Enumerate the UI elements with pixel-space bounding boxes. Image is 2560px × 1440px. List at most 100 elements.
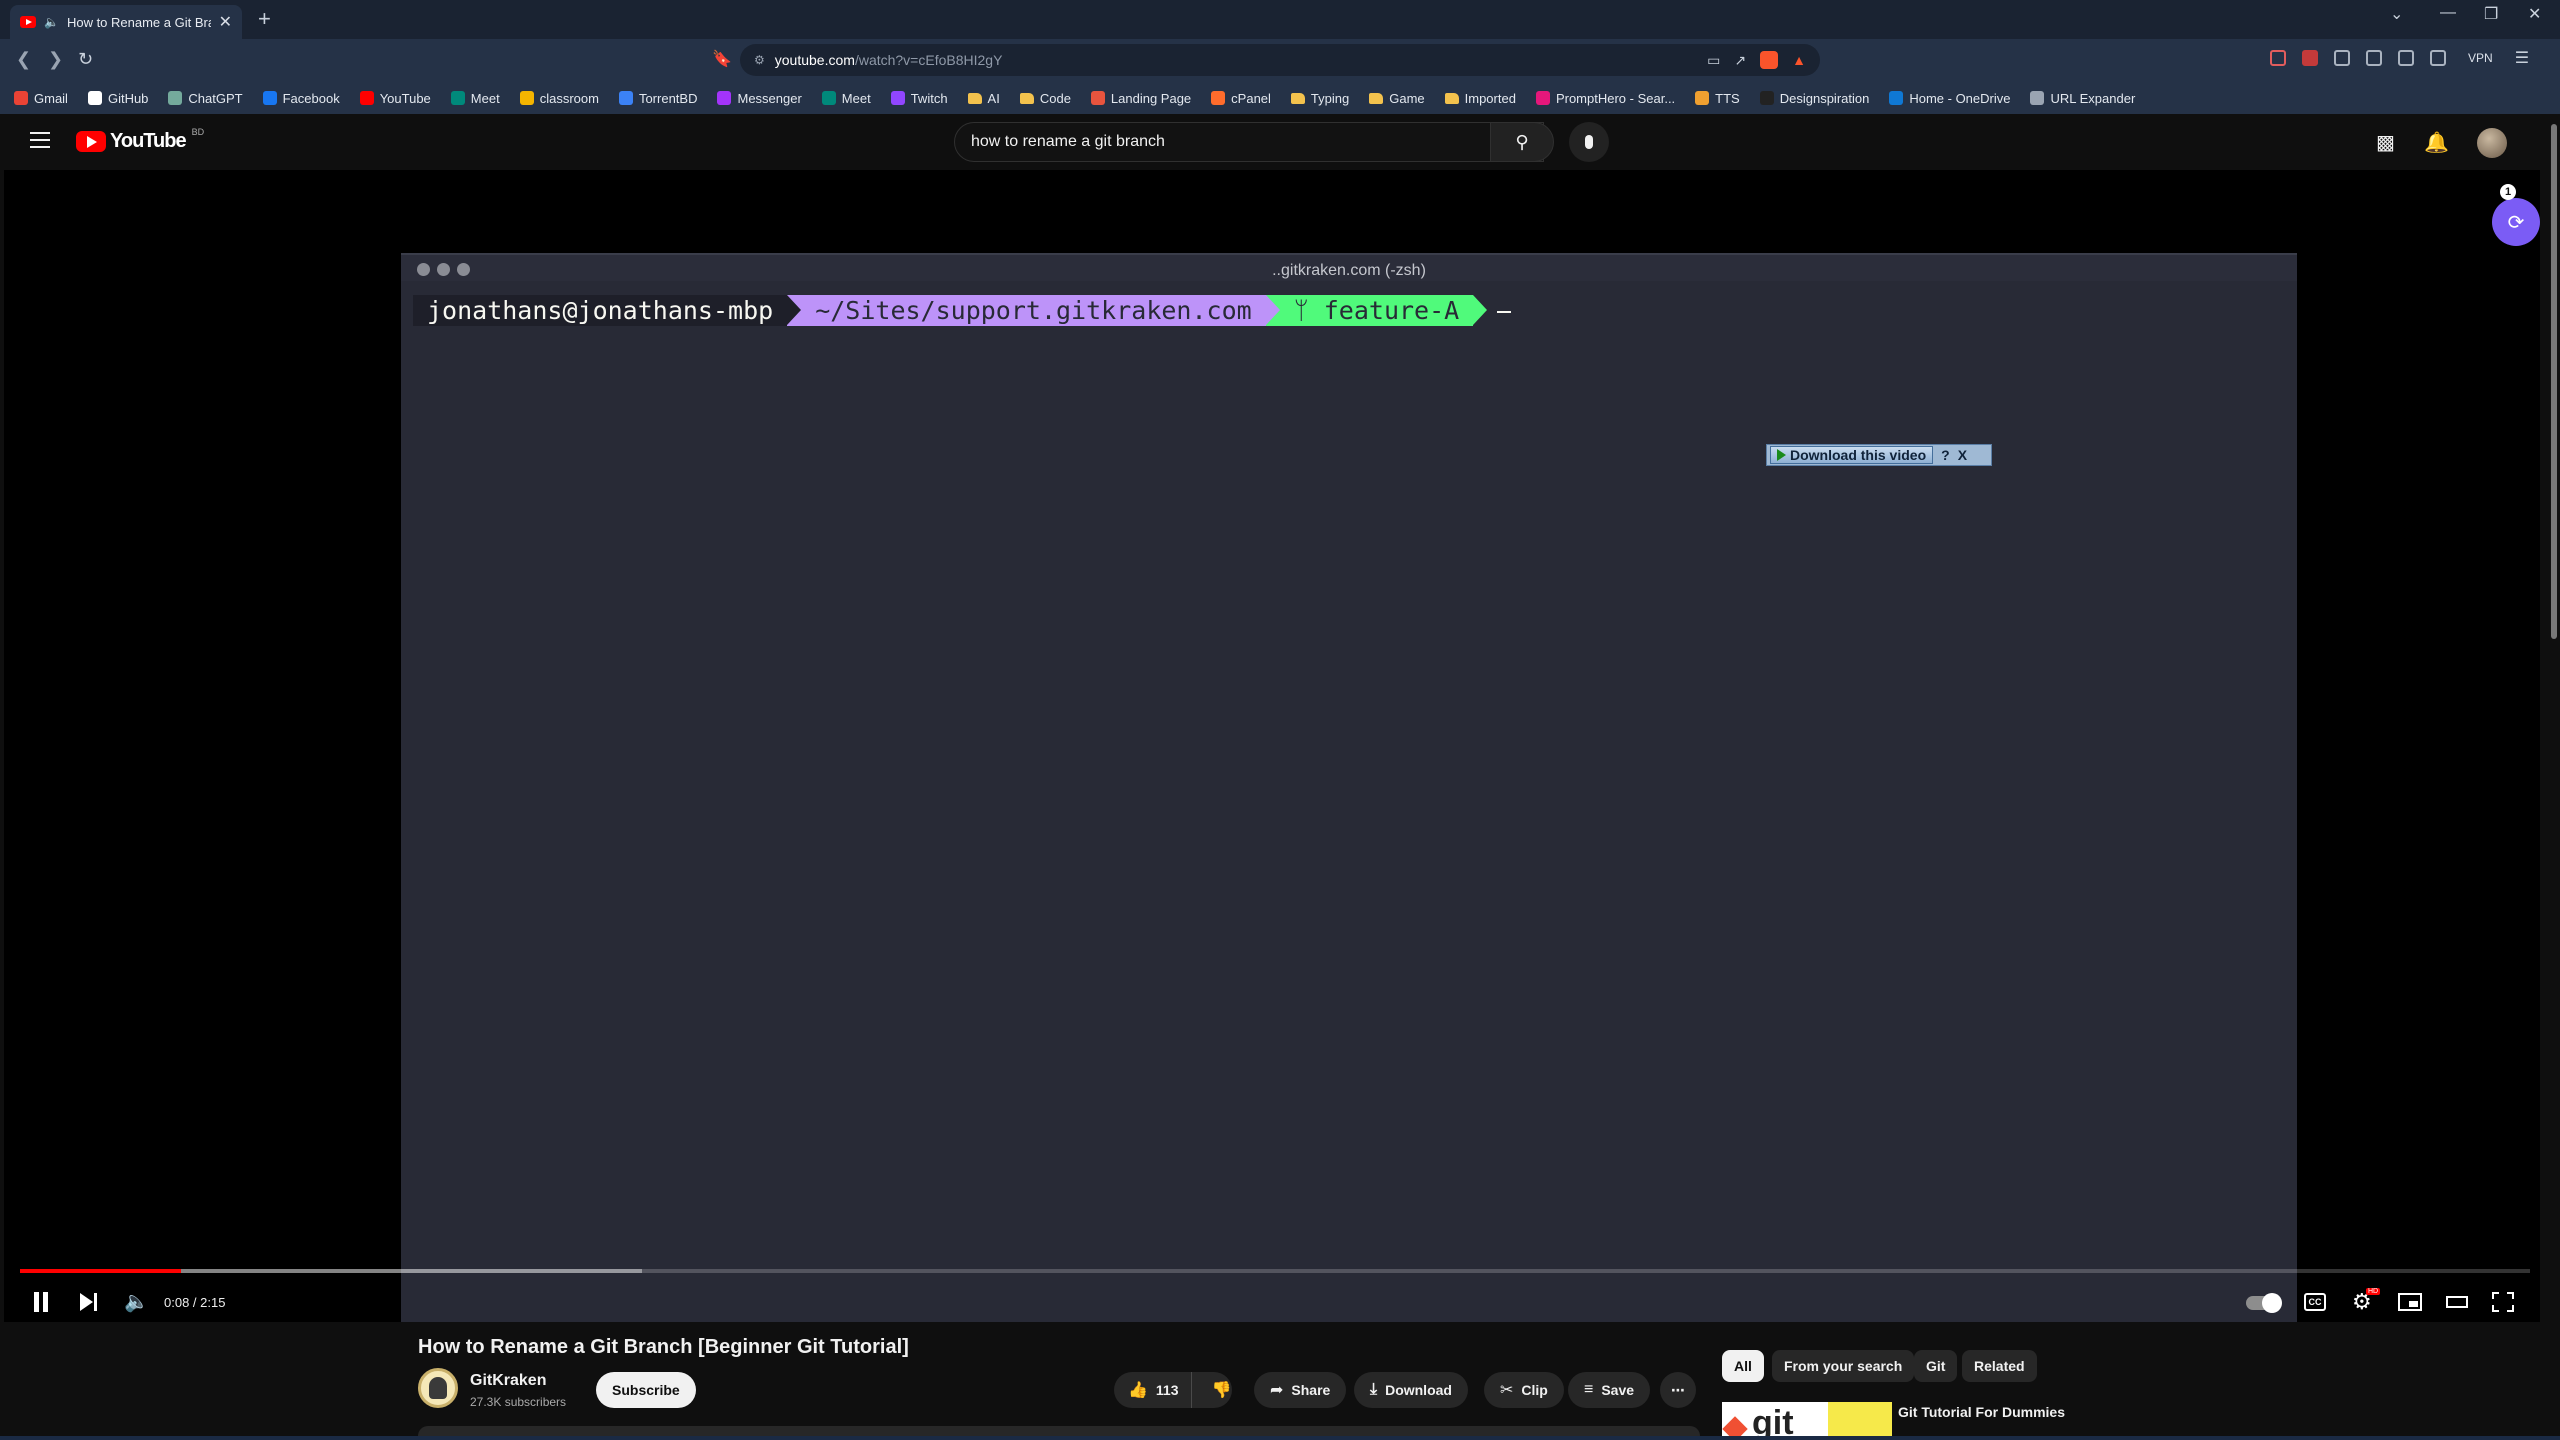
volume-icon[interactable]: 🔈 bbox=[124, 1290, 149, 1314]
page-scrollbar[interactable] bbox=[2548, 114, 2560, 1436]
back-button[interactable]: ❮ bbox=[16, 49, 31, 70]
bookmark-ai[interactable]: AI bbox=[967, 91, 1000, 106]
subtitles-button[interactable]: CC bbox=[2304, 1293, 2326, 1311]
new-tab-button[interactable]: + bbox=[258, 8, 271, 30]
bookmark-meet[interactable]: Meet bbox=[821, 91, 871, 106]
bookmark-prompthero-sear[interactable]: PromptHero - Sear... bbox=[1535, 91, 1675, 106]
chip-all[interactable]: All bbox=[1722, 1350, 1764, 1382]
save-button[interactable]: ≡ Save bbox=[1568, 1372, 1651, 1408]
share-button[interactable]: ➦ Share bbox=[1254, 1372, 1347, 1408]
bookmarks-bar: Gmail GitHub ChatGPT Facebook YouTube Meet cla… bbox=[0, 82, 2560, 114]
guide-menu-icon[interactable] bbox=[30, 132, 50, 153]
bookmark-icon[interactable]: 🔖 bbox=[712, 49, 732, 69]
bookmark-torrentbd[interactable]: TorrentBD bbox=[618, 91, 697, 106]
more-horizontal-icon: ⋯ bbox=[1671, 1381, 1685, 1398]
channel-avatar[interactable] bbox=[418, 1368, 458, 1408]
close-window-button[interactable]: ✕ bbox=[2528, 4, 2541, 24]
video-progress-bar[interactable] bbox=[20, 1269, 2530, 1273]
assistant-extension-button[interactable]: ⟳ bbox=[2492, 198, 2540, 246]
bookmark-youtube[interactable]: YouTube bbox=[359, 91, 431, 106]
scrollbar-thumb[interactable] bbox=[2551, 124, 2557, 639]
wallet-icon[interactable] bbox=[2430, 50, 2446, 66]
bookmark-twitch[interactable]: Twitch bbox=[890, 91, 948, 106]
download-help-button[interactable]: ? bbox=[1941, 447, 1950, 463]
browser-toolbar: ❮ ❯ ↻ 🔖 ⚙ youtube.com /watch?v=cEfoB8HI2… bbox=[0, 39, 2560, 82]
download-button[interactable]: ⤓ Download bbox=[1354, 1372, 1468, 1408]
bookmark-landing-page[interactable]: Landing Page bbox=[1090, 91, 1191, 106]
bookmark-chatgpt[interactable]: ChatGPT bbox=[168, 91, 243, 106]
cast-icon[interactable]: ▭ bbox=[1707, 52, 1720, 69]
bookmark-code[interactable]: Code bbox=[1019, 91, 1071, 106]
site-info-icon[interactable]: ⚙ bbox=[754, 53, 765, 67]
extension-puzzle-icon[interactable] bbox=[2334, 50, 2350, 66]
extension-red-icon[interactable] bbox=[2302, 50, 2318, 66]
chip-from-your-search[interactable]: From your search bbox=[1772, 1350, 1915, 1382]
clip-button[interactable]: ✂ Clip bbox=[1484, 1372, 1564, 1408]
sidebar-icon[interactable] bbox=[2398, 50, 2414, 66]
search-box[interactable]: ✕ bbox=[954, 122, 1544, 162]
bookmark-imported[interactable]: Imported bbox=[1444, 91, 1516, 106]
bookmark-classroom[interactable]: classroom bbox=[519, 91, 599, 106]
share-page-icon[interactable]: ↗ bbox=[1734, 52, 1746, 69]
bookmark-typing[interactable]: Typing bbox=[1290, 91, 1349, 106]
chip-git[interactable]: Git bbox=[1914, 1350, 1958, 1382]
tab-search-icon[interactable]: ⌄ bbox=[2390, 4, 2403, 24]
twitch-icon bbox=[890, 91, 905, 105]
bookmark-cpanel[interactable]: cPanel bbox=[1211, 91, 1271, 106]
vpn-button[interactable]: VPN bbox=[2462, 49, 2499, 67]
account-avatar[interactable] bbox=[2477, 128, 2507, 158]
extension-calendar-icon[interactable] bbox=[2270, 50, 2286, 66]
bookmark-meet[interactable]: Meet bbox=[450, 91, 500, 106]
forward-button[interactable]: ❯ bbox=[48, 49, 63, 70]
channel-name[interactable]: GitKraken bbox=[470, 1372, 546, 1390]
youtube-logo[interactable]: YouTube BD bbox=[76, 127, 204, 153]
browser-tab[interactable]: 🔈 How to Rename a Git Branch ✕ bbox=[10, 5, 242, 39]
brave-rewards-icon[interactable]: ▲ bbox=[1792, 52, 1806, 68]
brave-shields-icon[interactable] bbox=[1760, 51, 1779, 69]
address-bar[interactable]: ⚙ youtube.com /watch?v=cEfoB8HI2gY ▭ ↗ ▲ bbox=[740, 44, 1820, 76]
more-actions-button[interactable]: ⋯ bbox=[1660, 1372, 1696, 1408]
bookmark-designspiration[interactable]: Designspiration bbox=[1759, 91, 1869, 106]
bookmark-facebook[interactable]: Facebook bbox=[262, 91, 340, 106]
next-video-button[interactable] bbox=[80, 1292, 98, 1312]
menu-icon[interactable]: ☰ bbox=[2515, 48, 2529, 68]
notifications-bell-icon[interactable]: 🔔 bbox=[2424, 130, 2449, 155]
meet-icon bbox=[821, 91, 836, 105]
speaker-icon[interactable]: 🔈 bbox=[44, 15, 59, 29]
restore-button[interactable]: ❐ bbox=[2484, 4, 2498, 24]
bookmark-github[interactable]: GitHub bbox=[87, 91, 148, 106]
close-tab-icon[interactable]: ✕ bbox=[219, 12, 232, 32]
recommended-title[interactable]: Git Tutorial For Dummies bbox=[1898, 1404, 2065, 1420]
minimize-button[interactable]: — bbox=[2440, 4, 2456, 22]
meet-icon bbox=[450, 91, 465, 105]
pause-button[interactable] bbox=[32, 1292, 50, 1312]
theater-mode-button[interactable] bbox=[2446, 1296, 2468, 1308]
miniplayer-button[interactable] bbox=[2398, 1293, 2422, 1311]
download-close-button[interactable]: X bbox=[1958, 447, 1967, 463]
dislike-button[interactable]: 👎 bbox=[1200, 1380, 1232, 1400]
create-icon[interactable]: ▩ bbox=[2376, 130, 2395, 155]
search-button[interactable]: ⚲ bbox=[1490, 122, 1554, 162]
bookmark-tts[interactable]: TTS bbox=[1695, 91, 1740, 106]
fullscreen-button[interactable] bbox=[2492, 1292, 2514, 1312]
voice-search-button[interactable] bbox=[1569, 122, 1609, 162]
youtube-play-icon bbox=[76, 131, 106, 152]
autoplay-toggle[interactable] bbox=[2246, 1293, 2282, 1313]
like-button[interactable]: 👍 113 bbox=[1114, 1372, 1192, 1408]
bookmark-game[interactable]: Game bbox=[1369, 91, 1425, 106]
watch-metadata: How to Rename a Git Branch [Beginner Git… bbox=[0, 1322, 2548, 1440]
bookmark-messenger[interactable]: Messenger bbox=[717, 91, 802, 106]
search-input[interactable] bbox=[971, 133, 1451, 151]
bookmark-home-onedrive[interactable]: Home - OneDrive bbox=[1889, 91, 2010, 106]
bookmark-url-expander[interactable]: URL Expander bbox=[2030, 91, 2135, 106]
subscribe-button[interactable]: Subscribe bbox=[596, 1372, 696, 1408]
chip-related[interactable]: Related bbox=[1962, 1350, 2037, 1382]
reload-button[interactable]: ↻ bbox=[78, 49, 93, 70]
download-this-video-button[interactable]: Download this video bbox=[1770, 446, 1934, 464]
recommended-thumbnail[interactable]: git bbox=[1722, 1402, 1892, 1440]
media-controls-icon[interactable] bbox=[2366, 50, 2382, 66]
mic-icon bbox=[1585, 135, 1593, 149]
bookmark-gmail[interactable]: Gmail bbox=[14, 91, 68, 106]
scissors-icon: ✂ bbox=[1500, 1382, 1514, 1399]
video-player[interactable]: ..gitkraken.com (-zsh) jonathans@jonatha… bbox=[4, 170, 2540, 1322]
